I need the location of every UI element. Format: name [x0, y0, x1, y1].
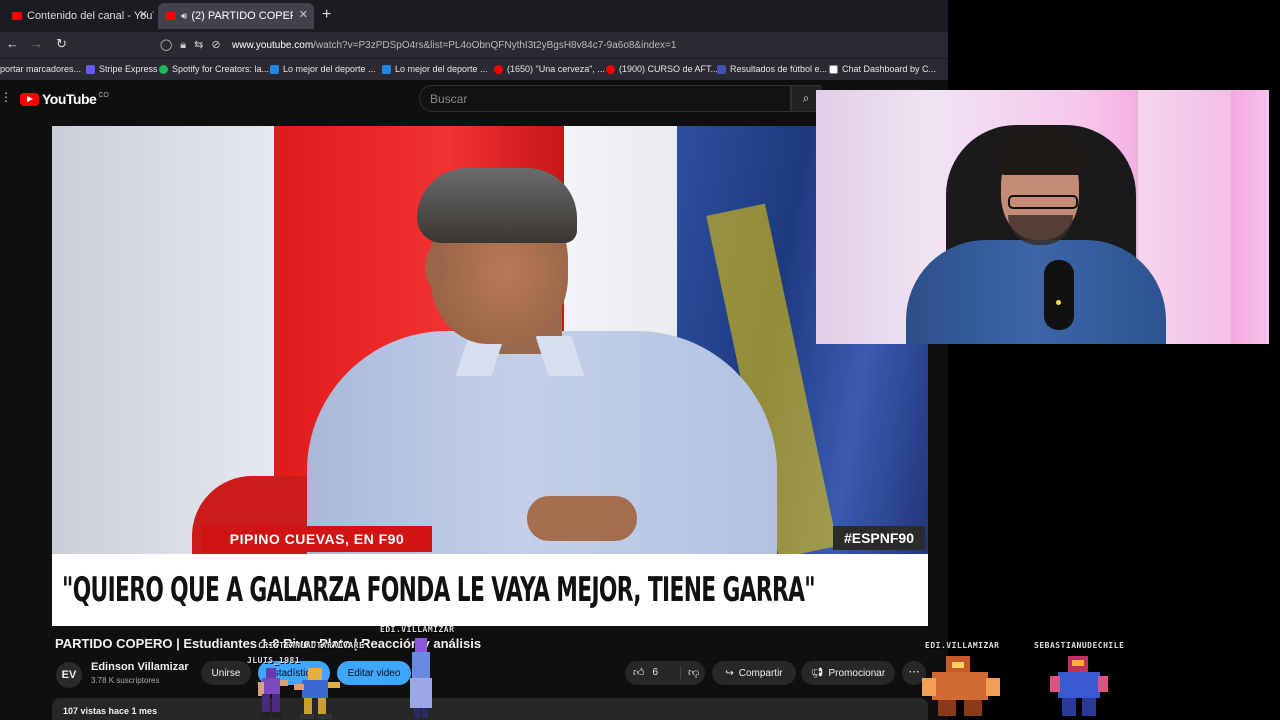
navigation-bar: ← → ↻ ◯🔒︎⇆⊘ www.youtube.com/watch?v=P3zP…: [0, 32, 948, 58]
streamer-hair: [996, 130, 1088, 175]
bookmark-item[interactable]: Resultados de fútbol e...: [717, 64, 827, 74]
bookmark-item[interactable]: portar marcadores...: [0, 64, 81, 74]
browser-window: Contenido del canal - YouTube ✕ 🔊︎ (2) P…: [0, 0, 948, 720]
guest-ear: [425, 246, 447, 288]
microphone: [1044, 260, 1074, 330]
youtube-icon: [606, 64, 615, 74]
megaphone-icon: 📢︎: [810, 667, 824, 679]
webcam-overlay: [816, 90, 1269, 344]
youtube-header: ⋮ YouTube CO ⌕: [0, 80, 948, 118]
streamer-body: [906, 240, 1166, 344]
video-player[interactable]: PIPINO CUEVAS, EN F90 #ESPNF90 "QUIERO Q…: [52, 126, 928, 626]
tab-video[interactable]: 🔊︎ (2) PARTIDO COPERO | Estudiantes ✕: [158, 3, 314, 29]
streamer-glasses: [1008, 195, 1078, 209]
document-icon: [829, 64, 838, 74]
new-tab-icon[interactable]: +: [322, 6, 331, 24]
close-tab-icon[interactable]: ✕: [299, 8, 308, 21]
channel-name[interactable]: Edinson Villamizar: [91, 661, 189, 673]
youtube-favicon-icon: [12, 12, 22, 20]
lower-third-text: PIPINO CUEVAS, EN F90: [229, 531, 405, 547]
url-host: www.youtube.com: [232, 40, 314, 51]
like-button[interactable]: 👍︎ 6: [633, 666, 658, 679]
stripe-icon: [86, 64, 95, 74]
join-button[interactable]: Unirse: [201, 661, 251, 685]
bookmark-icon: [717, 64, 726, 74]
chat-user-name: EDI.VILLAMIZAR: [925, 641, 1000, 650]
spotify-icon: [159, 64, 168, 74]
tab-label: (2) PARTIDO COPERO | Estudiantes: [191, 10, 293, 22]
description-box[interactable]: 107 vistas hace 1 mes: [52, 698, 928, 720]
reload-icon[interactable]: ↻: [56, 36, 67, 52]
avatar[interactable]: EV: [56, 662, 82, 688]
url-path: /watch?v=P3zPDSpO4rs&list=PL4oObnQFNythI…: [313, 40, 677, 51]
chat-sprite-character: [294, 668, 340, 719]
back-arrow-icon[interactable]: ←: [6, 36, 19, 51]
youtube-play-icon: [20, 92, 39, 106]
menu-icon[interactable]: ⋮: [0, 90, 12, 104]
share-label: Compartir: [738, 667, 783, 679]
microphone-led: [1056, 300, 1061, 305]
chat-sprite-character: [410, 638, 432, 718]
thumbs-up-icon: 👍︎: [633, 667, 645, 679]
bookmark-item[interactable]: (1650) "Una cerveza", ...: [494, 64, 605, 74]
quote-caption-text: "QUIERO QUE A GALARZA FONDA LE VAYA MEJO…: [62, 570, 816, 610]
bookmark-item[interactable]: Spotify for Creators: la...: [159, 64, 269, 74]
region-code: CO: [98, 91, 109, 99]
subscriber-count: 3.78 K suscriptores: [91, 676, 160, 685]
forward-arrow-icon[interactable]: →: [30, 36, 43, 51]
close-tab-icon[interactable]: ✕: [139, 8, 148, 21]
youtube-logo[interactable]: YouTube CO: [20, 91, 109, 107]
share-icon: ↪: [725, 667, 734, 679]
thumbs-down-icon[interactable]: 👎︎: [680, 666, 699, 679]
bookmarks-bar: portar marcadores... Stripe Express Spot…: [0, 58, 948, 80]
chat-user-name: EDI.VILLAMIZAR: [380, 625, 455, 634]
bookmark-item[interactable]: (1900) CURSO de AFT...: [606, 64, 718, 74]
quote-caption-bar: "QUIERO QUE A GALARZA FONDA LE VAYA MEJO…: [52, 554, 928, 626]
bookmark-item[interactable]: Chat Dashboard by C...: [829, 64, 936, 74]
bookmark-item[interactable]: Lo mejor del deporte ...: [382, 64, 488, 74]
chat-user-name: SEBASTIANUDECHILE: [1034, 641, 1125, 650]
youtube-icon: [494, 64, 503, 74]
bookmark-icon: [270, 64, 279, 74]
speaker-icon[interactable]: 🔊︎: [181, 11, 187, 22]
like-dislike-group: 👍︎ 6 👎︎: [625, 661, 705, 685]
guest-hands: [527, 496, 637, 541]
chat-user-name: CRISTIANLAUTARALVARE: [258, 641, 365, 650]
search-input[interactable]: [420, 86, 790, 111]
guest-hair: [417, 168, 577, 243]
bookmark-icon: [382, 64, 391, 74]
like-count: 6: [652, 667, 659, 678]
view-count-date: 107 vistas hace 1 mes: [63, 706, 158, 716]
search-box: [419, 85, 791, 112]
chat-sprite-character: [258, 668, 288, 718]
address-bar[interactable]: www.youtube.com/watch?v=P3zPDSpO4rs&list…: [232, 40, 676, 51]
bookmark-item[interactable]: Stripe Express: [86, 64, 158, 74]
promote-label: Promocionar: [828, 667, 886, 679]
bookmark-item[interactable]: Lo mejor del deporte ...: [270, 64, 376, 74]
chat-sprite-character: [922, 656, 1000, 716]
promote-button[interactable]: 📢︎ Promocionar: [801, 661, 895, 685]
hashtag-text: #ESPNF90: [843, 530, 915, 546]
hashtag-badge: #ESPNF90: [833, 526, 925, 550]
address-bar-icons: ◯🔒︎⇆⊘: [160, 39, 229, 51]
youtube-favicon-icon: [166, 12, 176, 20]
edit-video-button[interactable]: Editar video: [337, 661, 411, 685]
lower-third-banner: PIPINO CUEVAS, EN F90: [202, 526, 432, 552]
tab-label: Contenido del canal - YouTube: [27, 10, 154, 22]
share-button[interactable]: ↪ Compartir: [712, 661, 796, 685]
youtube-wordmark: YouTube: [42, 91, 97, 107]
tab-channel-content[interactable]: Contenido del canal - YouTube ✕: [4, 3, 154, 29]
chat-sprite-character: [1050, 656, 1108, 716]
tab-bar: Contenido del canal - YouTube ✕ 🔊︎ (2) P…: [0, 0, 948, 32]
